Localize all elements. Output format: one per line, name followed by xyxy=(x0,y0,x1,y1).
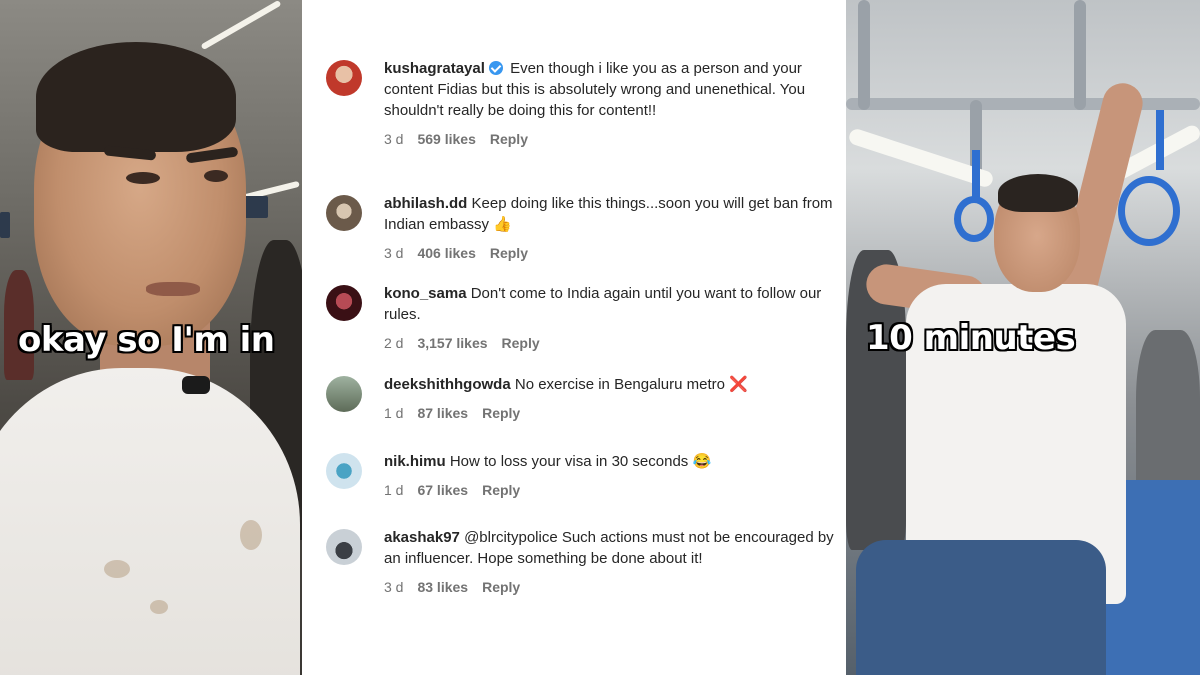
comment-likes[interactable]: 67 likes xyxy=(417,482,468,498)
avatar[interactable] xyxy=(326,195,362,231)
hand-grip-icon xyxy=(954,196,994,242)
comment-username[interactable]: deekshithhgowda xyxy=(384,376,511,393)
grab-rail-post xyxy=(858,0,870,110)
comment-text-block: akashak97 @blrcitypolice Such actions mu… xyxy=(384,527,842,569)
reply-button[interactable]: Reply xyxy=(482,482,520,498)
comment-age: 3 d xyxy=(384,131,404,147)
comment-item: kushagratayal Even though i like you as … xyxy=(326,58,842,147)
avatar[interactable] xyxy=(326,60,362,96)
left-video-caption: okay so I'm in xyxy=(18,320,275,360)
comment-username[interactable]: abhilash.dd xyxy=(384,195,467,212)
grab-rail-post xyxy=(1074,0,1086,110)
reply-button[interactable]: Reply xyxy=(490,245,528,261)
comment-username[interactable]: kushagratayal xyxy=(384,60,485,77)
right-video-caption: 10 minutes xyxy=(866,318,1076,358)
comment-age: 3 d xyxy=(384,579,404,595)
comment-meta: 3 d 406 likes Reply xyxy=(384,245,842,261)
comment-meta: 3 d 569 likes Reply xyxy=(384,131,842,147)
comment-item: deekshithhgowda No exercise in Bengaluru… xyxy=(326,374,842,421)
comment-likes[interactable]: 83 likes xyxy=(417,579,468,595)
hand-grip-icon xyxy=(1118,176,1180,246)
comment-text-block: nik.himu How to loss your visa in 30 sec… xyxy=(384,451,842,472)
reply-button[interactable]: Reply xyxy=(482,579,520,595)
eye xyxy=(204,170,228,182)
comment-meta: 3 d 83 likes Reply xyxy=(384,579,842,595)
comment-likes[interactable]: 3,157 likes xyxy=(417,335,487,351)
shirt-stain xyxy=(240,520,262,550)
wall-sign xyxy=(0,212,10,238)
comment-meta: 2 d 3,157 likes Reply xyxy=(384,335,842,351)
reply-button[interactable]: Reply xyxy=(502,335,540,351)
reply-button[interactable]: Reply xyxy=(490,131,528,147)
shirt-stain xyxy=(150,600,168,614)
comment-text-block: kushagratayal Even though i like you as … xyxy=(384,58,842,121)
comment-text-block: kono_sama Don't come to India again unti… xyxy=(384,283,842,325)
handle-strap xyxy=(972,150,980,200)
comment-text: No exercise in Bengaluru metro ❌ xyxy=(514,376,748,393)
avatar[interactable] xyxy=(326,376,362,412)
comment-likes[interactable]: 569 likes xyxy=(417,131,475,147)
comment-likes[interactable]: 406 likes xyxy=(417,245,475,261)
comment-age: 3 d xyxy=(384,245,404,261)
comment-item: akashak97 @blrcitypolice Such actions mu… xyxy=(326,527,842,595)
comments-panel: kushagratayal Even though i like you as … xyxy=(302,0,846,675)
avatar[interactable] xyxy=(326,529,362,565)
avatar[interactable] xyxy=(326,453,362,489)
comment-username[interactable]: nik.himu xyxy=(384,453,446,470)
comment-meta: 1 d 87 likes Reply xyxy=(384,405,842,421)
grab-rail xyxy=(846,98,1200,110)
comment-item: kono_sama Don't come to India again unti… xyxy=(326,283,842,351)
blue-pants xyxy=(856,540,1106,675)
comment-likes[interactable]: 87 likes xyxy=(417,405,468,421)
comment-username[interactable]: akashak97 xyxy=(384,529,460,546)
comment-age: 2 d xyxy=(384,335,404,351)
handle-strap xyxy=(1156,110,1164,170)
verified-badge-icon xyxy=(488,61,503,75)
comment-item: nik.himu How to loss your visa in 30 sec… xyxy=(326,451,842,498)
lapel-mic xyxy=(182,376,210,394)
hair xyxy=(998,174,1078,212)
comment-text-block: abhilash.dd Keep doing like this things.… xyxy=(384,193,842,235)
comment-text: How to loss your visa in 30 seconds 😂 xyxy=(449,453,712,470)
comment-item: abhilash.dd Keep doing like this things.… xyxy=(326,193,842,261)
reply-button[interactable]: Reply xyxy=(482,405,520,421)
hair xyxy=(36,42,236,152)
mouth xyxy=(146,282,200,296)
comment-age: 1 d xyxy=(384,405,404,421)
avatar[interactable] xyxy=(326,285,362,321)
ceiling-light xyxy=(200,0,282,51)
shirt-stain xyxy=(104,560,130,578)
comment-age: 1 d xyxy=(384,482,404,498)
eye xyxy=(126,172,160,184)
comment-username[interactable]: kono_sama xyxy=(384,285,467,302)
comment-meta: 1 d 67 likes Reply xyxy=(384,482,842,498)
comment-text-block: deekshithhgowda No exercise in Bengaluru… xyxy=(384,374,842,395)
